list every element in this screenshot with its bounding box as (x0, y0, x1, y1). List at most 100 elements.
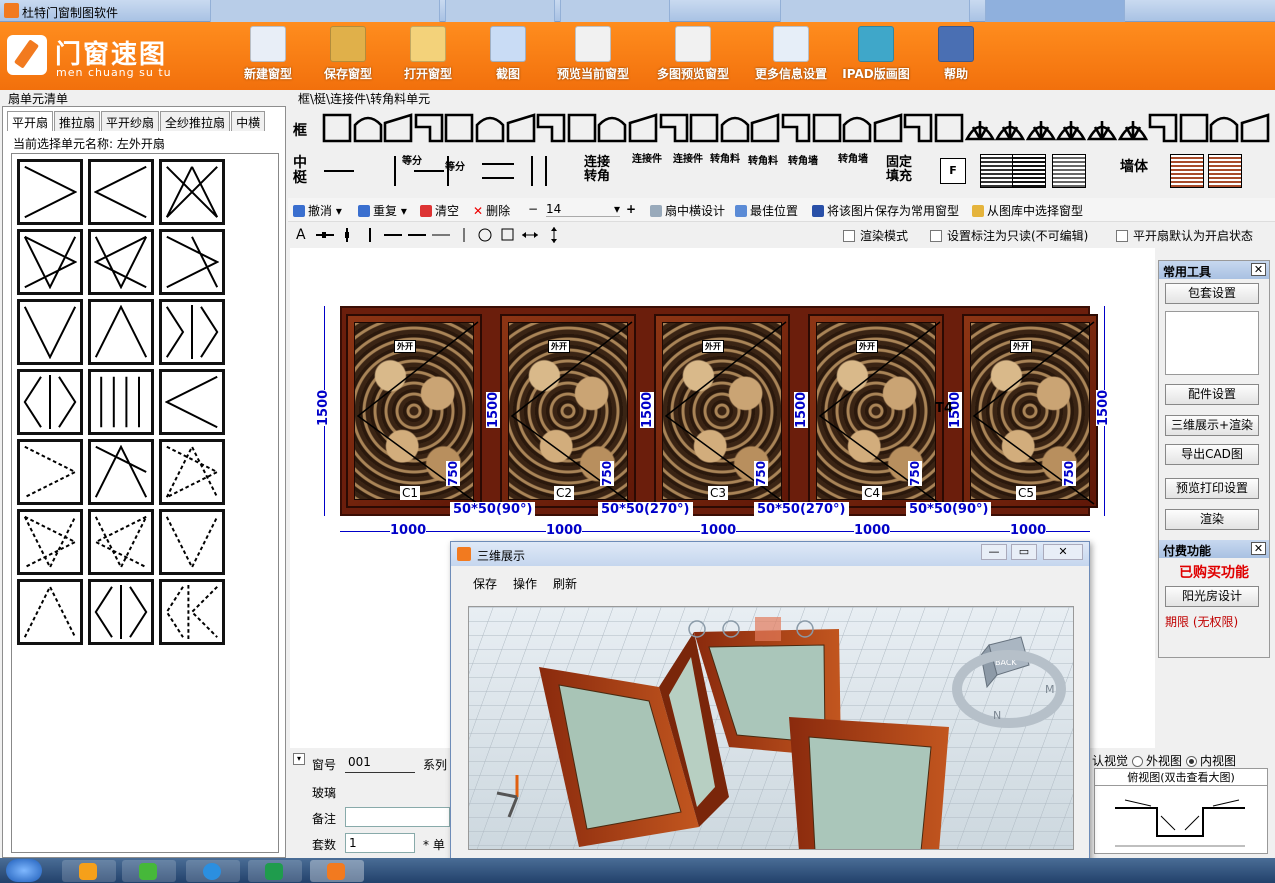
frame-shape-item[interactable] (993, 111, 1027, 145)
frame-shape-item[interactable] (1146, 111, 1180, 145)
sash-thumbnail[interactable] (159, 299, 225, 365)
mullion-palette-label[interactable]: 固定填充 (886, 156, 916, 184)
save-common-button[interactable]: 将该图片保存为常用窗型 (812, 202, 959, 219)
half-height-dim[interactable]: 750 (908, 460, 922, 486)
sash-thumbnail[interactable] (159, 229, 225, 295)
frame-shape-item[interactable] (320, 111, 354, 145)
corner-profile-label[interactable]: 50*50(90°) (906, 502, 992, 517)
tab-sash-4[interactable]: 全纱推拉扇 (160, 111, 231, 131)
ribbon-button-8[interactable]: IPAD版画图 (838, 24, 914, 88)
mullion-palette-label[interactable]: 等分 (402, 156, 438, 167)
frame-shape-item[interactable] (1085, 111, 1119, 145)
sash-height-dim[interactable]: 1500 (794, 391, 809, 428)
ribbon-button-3[interactable]: 打开窗型 (398, 24, 458, 88)
wall-tile-item[interactable] (1170, 154, 1204, 188)
frame-shape-item[interactable] (595, 111, 629, 145)
readonly-checkbox[interactable]: 设置标注为只读(不可编辑) (930, 227, 1088, 244)
sash-thumbnail[interactable] (17, 229, 83, 295)
tab-sash-2[interactable]: 推拉扇 (54, 111, 101, 131)
mullion-palette-label[interactable]: F (940, 158, 966, 184)
sash-thumbnail[interactable] (159, 369, 225, 435)
background-window-tab[interactable] (780, 0, 970, 22)
dialog-menu-item[interactable]: 操作 (513, 577, 537, 591)
mullion-palette-label[interactable]: 连接件 (632, 154, 668, 165)
open-state-checkbox[interactable]: 平开扇默认为开启状态 (1116, 227, 1253, 244)
ribbon-button-1[interactable]: 新建窗型 (238, 24, 298, 88)
taskbar-app[interactable] (248, 860, 302, 882)
sash-thumbnail[interactable] (159, 579, 225, 645)
package-settings-button[interactable]: 包套设置 (1165, 283, 1259, 304)
inside-view-radio[interactable] (1186, 756, 1198, 767)
fill-tile-item[interactable] (1052, 154, 1086, 188)
sash-thumbnail[interactable] (17, 509, 83, 575)
width-dim[interactable]: 1000 (390, 523, 427, 538)
width-dim[interactable]: 1000 (546, 523, 583, 538)
sash-thumbnail[interactable] (88, 439, 154, 505)
text-tool[interactable]: A (296, 227, 306, 243)
sash-thumbnail[interactable] (88, 159, 154, 225)
accessory-settings-button[interactable]: 配件设置 (1165, 384, 1259, 405)
taskbar-app-active[interactable] (310, 860, 364, 882)
frame-shape-item[interactable] (473, 111, 507, 145)
zoom-out-button[interactable]: − (528, 202, 538, 216)
sash-panel[interactable]: 外开 C4 750 (808, 314, 944, 508)
start-button[interactable] (6, 859, 42, 882)
frame-shape-item[interactable] (657, 111, 691, 145)
sash-thumbnail[interactable] (88, 509, 154, 575)
frame-shape-item[interactable] (504, 111, 538, 145)
close-icon[interactable]: ✕ (1251, 542, 1266, 555)
half-height-dim[interactable]: 750 (446, 460, 460, 486)
frame-shape-item[interactable] (687, 111, 721, 145)
sash-thumbnail[interactable] (159, 159, 225, 225)
ribbon-button-2[interactable]: 保存窗型 (318, 24, 378, 88)
close-button[interactable]: ✕ (1043, 544, 1083, 560)
frame-shape-item[interactable] (718, 111, 752, 145)
taskbar-app[interactable] (186, 860, 240, 882)
sash-height-dim[interactable]: 1500 (486, 391, 501, 428)
tab-sash-5[interactable]: 中横 (231, 111, 266, 131)
mullion-item[interactable] (522, 154, 556, 188)
sash-design-button[interactable]: 扇中横设计 (650, 202, 725, 219)
frame-shape-item[interactable] (748, 111, 782, 145)
frame-shape-item[interactable] (840, 111, 874, 145)
frame-shape-item[interactable] (442, 111, 476, 145)
ribbon-button-4[interactable]: 截图 (488, 24, 528, 88)
export-cad-button[interactable]: 导出CAD图 (1165, 444, 1259, 465)
undo-button[interactable]: 撤消 ▾ (293, 202, 342, 219)
sash-panel[interactable]: 外开 C1 750 (346, 314, 482, 508)
sash-thumbnail[interactable] (88, 579, 154, 645)
3d-viewport[interactable]: BACK M N (468, 606, 1074, 850)
mullion-palette-label[interactable]: 等分 (445, 162, 481, 173)
mullion-palette-label[interactable]: 转角料 (710, 154, 746, 165)
frame-shape-item[interactable] (810, 111, 844, 145)
fill-tile-item[interactable] (980, 154, 1014, 188)
frame-shape-item[interactable] (963, 111, 997, 145)
frame-shape-item[interactable] (626, 111, 660, 145)
redo-button[interactable]: 重复 ▾ (358, 202, 407, 219)
window-frame[interactable]: 外开 C1 750 1500 外开 C2 750 1500 外开 C3 750 1500 外开 C4 750… (340, 306, 1098, 516)
frame-shape-item[interactable] (1116, 111, 1150, 145)
mullion-palette-label[interactable]: 连接转角 (584, 156, 614, 184)
mullion-item[interactable] (480, 154, 514, 188)
frame-shape-item[interactable] (871, 111, 905, 145)
maximize-button[interactable]: ▭ (1011, 544, 1037, 560)
tab-sash-3[interactable]: 平开纱扇 (101, 111, 160, 131)
outside-view-radio[interactable] (1132, 756, 1144, 767)
frame-shape-item[interactable] (901, 111, 935, 145)
system-tray[interactable] (1100, 862, 1270, 879)
frame-shape-item[interactable] (381, 111, 415, 145)
ribbon-button-9[interactable]: 帮助 (938, 24, 974, 88)
tab-sash-1[interactable]: 平开扇 (7, 111, 54, 131)
ribbon-button-5[interactable]: 预览当前窗型 (548, 24, 638, 88)
font-size-select[interactable]: 14 ▾ (546, 202, 620, 217)
draw-tools-icons[interactable] (312, 224, 602, 246)
sunroom-button[interactable]: 阳光房设计 (1165, 586, 1259, 607)
half-height-dim[interactable]: 750 (1062, 460, 1076, 486)
mullion-palette-label[interactable]: 墙体 (1120, 160, 1156, 174)
mullion-palette-label[interactable]: 转角墙 (788, 156, 824, 167)
wall-tile-item[interactable] (1208, 154, 1242, 188)
width-dim[interactable]: 1000 (1010, 523, 1047, 538)
collapse-icon[interactable]: ▾ (293, 753, 305, 765)
frame-shape-item[interactable] (534, 111, 568, 145)
sash-thumbnail[interactable] (88, 299, 154, 365)
